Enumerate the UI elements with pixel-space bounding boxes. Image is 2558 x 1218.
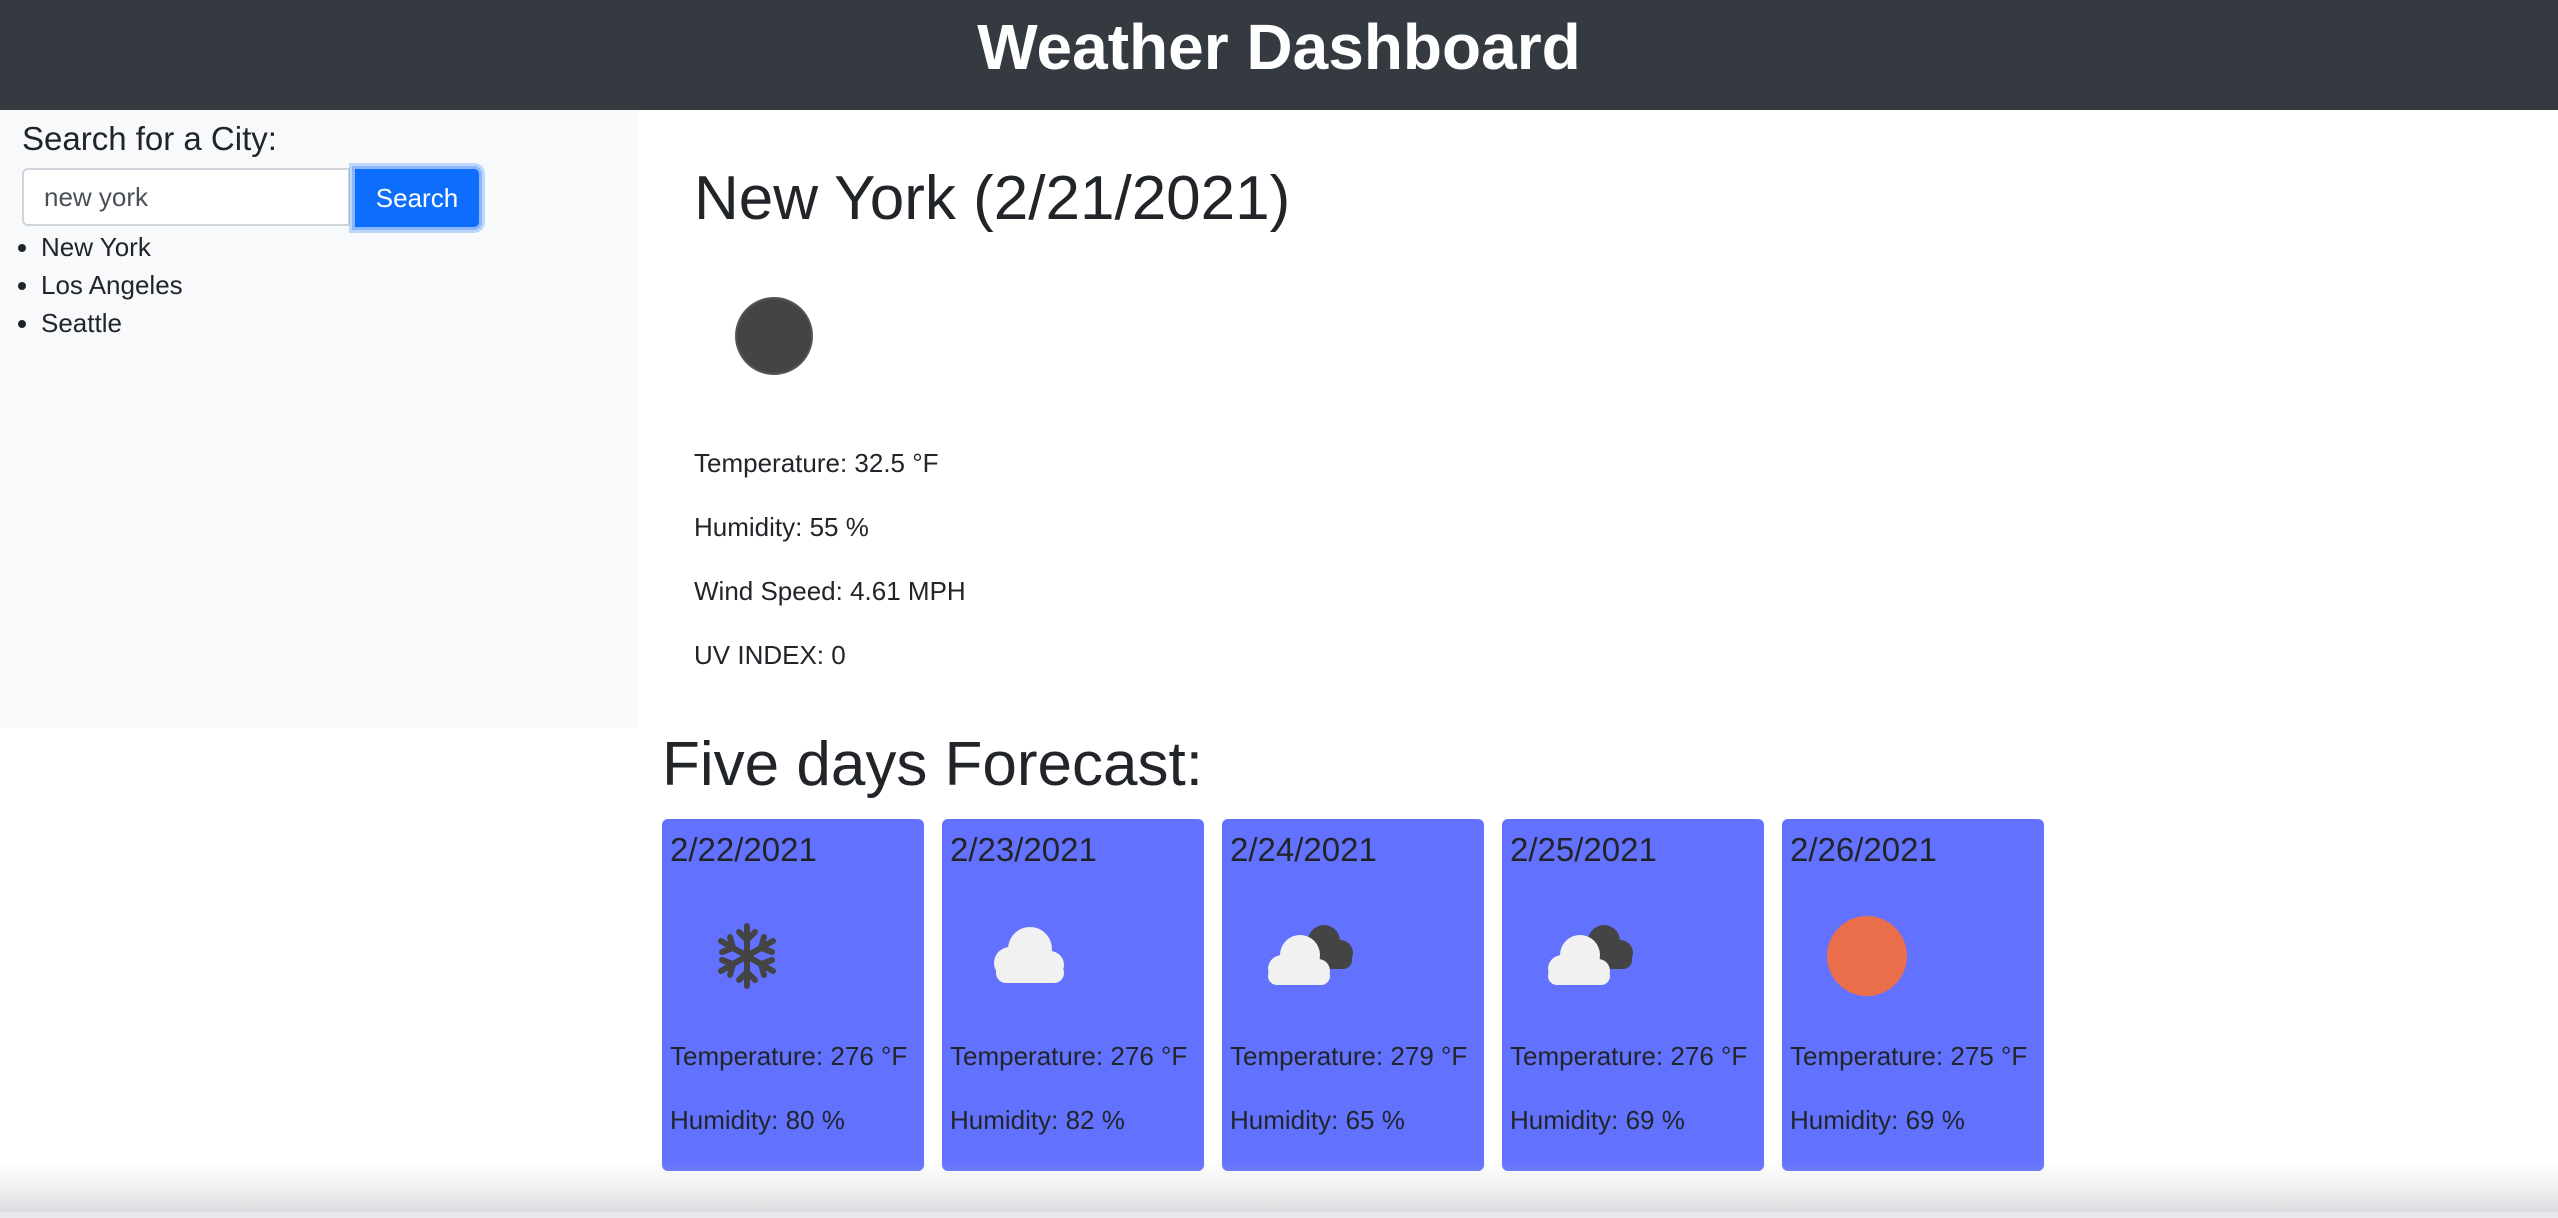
sun-icon [1827, 916, 1907, 996]
current-humidity: Humidity: 55 % [694, 512, 869, 542]
forecast-humidity: Humidity: 69 % [1510, 1105, 1685, 1135]
forecast-title: Five days Forecast: [662, 730, 1203, 799]
page-title: Weather Dashboard [977, 11, 1581, 83]
forecast-card: 2/24/2021 Temperature: 279 °F Humidity: … [1222, 819, 1484, 1171]
search-history-list: New York Los Angeles Seattle [0, 228, 183, 342]
forecast-date: 2/22/2021 [670, 831, 817, 868]
moon-icon [735, 297, 813, 375]
forecast-date: 2/23/2021 [950, 831, 1097, 868]
forecast-date: 2/26/2021 [1790, 831, 1937, 868]
forecast-humidity: Humidity: 80 % [670, 1105, 845, 1135]
forecast-humidity: Humidity: 69 % [1790, 1105, 1965, 1135]
history-item-los-angeles[interactable]: Los Angeles [41, 266, 183, 304]
forecast-humidity: Humidity: 65 % [1230, 1105, 1405, 1135]
forecast-temperature: Temperature: 276 °F [1510, 1041, 1748, 1071]
search-button[interactable]: Search [352, 166, 482, 230]
forecast-temperature: Temperature: 279 °F [1230, 1041, 1468, 1071]
search-label: Search for a City: [22, 120, 277, 157]
forecast-temperature: Temperature: 275 °F [1790, 1041, 2028, 1071]
snowflake-icon [718, 923, 776, 989]
forecast-cards: 2/22/2021 Temperature: 276 °F Humidity: … [662, 819, 2044, 1171]
history-item-new-york[interactable]: New York [41, 228, 183, 266]
forecast-card: 2/25/2021 Temperature: 276 °F Humidity: … [1502, 819, 1764, 1171]
forecast-temperature: Temperature: 276 °F [670, 1041, 908, 1071]
broken-clouds-icon [1268, 925, 1353, 985]
current-wind-speed: Wind Speed: 4.61 MPH [694, 576, 966, 606]
forecast-card: 2/26/2021 Temperature: 275 °F Humidity: … [1782, 819, 2044, 1171]
search-sidebar: Search for a City: Search New York Los A… [0, 110, 638, 728]
forecast-date: 2/25/2021 [1510, 831, 1657, 868]
current-temperature: Temperature: 32.5 °F [694, 448, 939, 478]
broken-clouds-icon [1548, 925, 1633, 985]
cloud-icon [994, 927, 1064, 983]
history-item-seattle[interactable]: Seattle [41, 304, 183, 342]
window-bottom-shadow [0, 1160, 2558, 1218]
forecast-card: 2/22/2021 Temperature: 276 °F Humidity: … [662, 819, 924, 1171]
window-bottom-edge [0, 1212, 2558, 1218]
forecast-humidity: Humidity: 82 % [950, 1105, 1125, 1135]
app-header: Weather Dashboard [0, 0, 2558, 110]
search-input[interactable] [22, 168, 350, 226]
forecast-temperature: Temperature: 276 °F [950, 1041, 1188, 1071]
current-uv-index: UV INDEX: 0 [694, 640, 846, 670]
current-city-title: New York (2/21/2021) [694, 164, 1291, 233]
forecast-card: 2/23/2021 Temperature: 276 °F Humidity: … [942, 819, 1204, 1171]
forecast-date: 2/24/2021 [1230, 831, 1377, 868]
